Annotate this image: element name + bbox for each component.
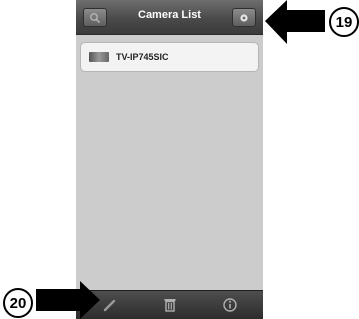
callout-arrow-19 xyxy=(265,0,325,44)
settings-icon xyxy=(240,13,248,22)
page-title: Camera List xyxy=(138,9,201,21)
edit-pencil-icon xyxy=(103,299,116,312)
camera-name: TV-IP745SIC xyxy=(116,52,169,62)
info-icon xyxy=(223,298,237,312)
camera-list-item[interactable]: TV-IP745SIC xyxy=(80,42,259,72)
settings-button[interactable] xyxy=(232,8,256,27)
callout-badge-20: 20 xyxy=(3,288,33,318)
bottom-toolbar xyxy=(76,290,263,319)
callout-badge-19: 19 xyxy=(329,7,359,37)
callout-arrow-20 xyxy=(36,281,100,319)
info-button[interactable] xyxy=(220,296,240,314)
search-button[interactable] xyxy=(83,8,107,27)
app-screen: Camera List TV-IP745SIC xyxy=(76,0,263,319)
title-bar: Camera List xyxy=(76,0,263,35)
search-icon xyxy=(90,12,101,23)
edit-button[interactable] xyxy=(100,296,120,314)
delete-button[interactable] xyxy=(160,296,180,314)
trash-icon xyxy=(164,299,176,312)
camera-thumbnail xyxy=(89,52,109,62)
camera-list: TV-IP745SIC xyxy=(76,35,263,291)
